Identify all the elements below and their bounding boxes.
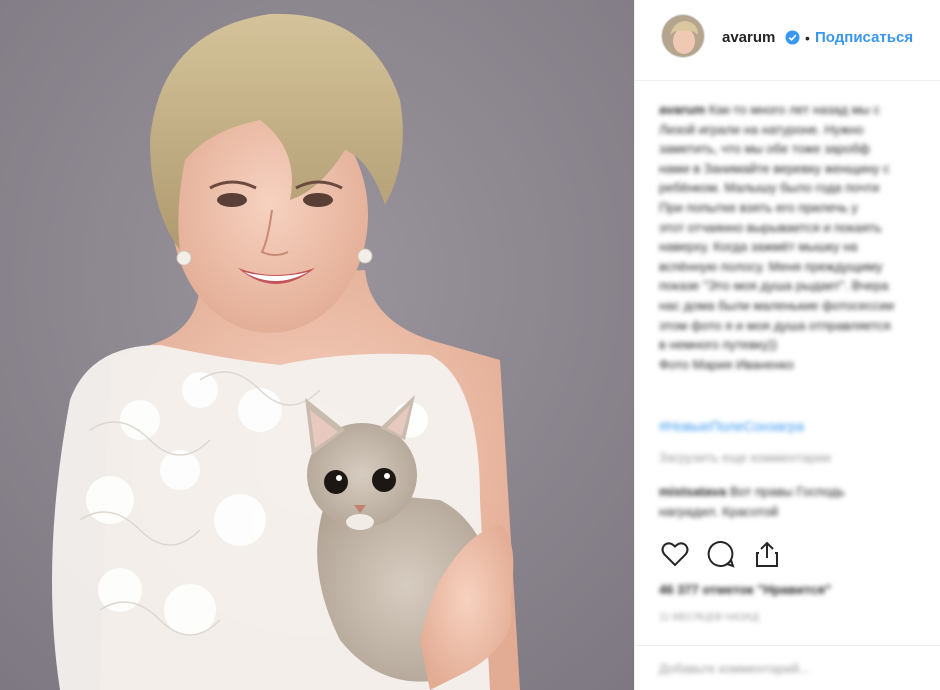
caption-text: Как-то много лет назад мы с Лизой играли… [659,102,895,372]
post-side-panel: avarum • Подписаться avarum Как-то много… [635,0,940,690]
add-comment-area: Добавьте комментарий... [635,645,940,690]
separator-dot: • [805,30,810,46]
comment-icon[interactable] [705,538,737,570]
hashtag-link[interactable]: #НовыеПолеСонзагра [659,418,804,434]
comment-username[interactable]: mistsatava [659,484,726,499]
avatar[interactable] [661,14,705,58]
username-link[interactable]: avarum [722,29,775,46]
follow-button[interactable]: Подписаться [815,29,913,46]
caption: avarum Как-то много лет назад мы с Лизой… [659,100,940,374]
likes-count[interactable]: 46 377 отметок "Нравится" [659,582,831,597]
action-bar [659,538,919,572]
caption-username[interactable]: avarum [659,102,705,117]
post-header: avarum • Подписаться [635,0,940,81]
photo-illustration [0,0,634,690]
share-icon[interactable] [751,538,783,570]
load-more-comments[interactable]: Загрузить еще комментарии [659,450,831,465]
verified-badge-icon [785,30,800,45]
add-comment-input[interactable]: Добавьте комментарий... [659,661,810,676]
post-photo[interactable] [0,0,634,690]
comment-item: mistsatava Вот правы Господь наградил. К… [659,482,939,522]
post-timestamp: 11 месяцев назад [659,612,759,623]
heart-icon[interactable] [659,538,691,570]
